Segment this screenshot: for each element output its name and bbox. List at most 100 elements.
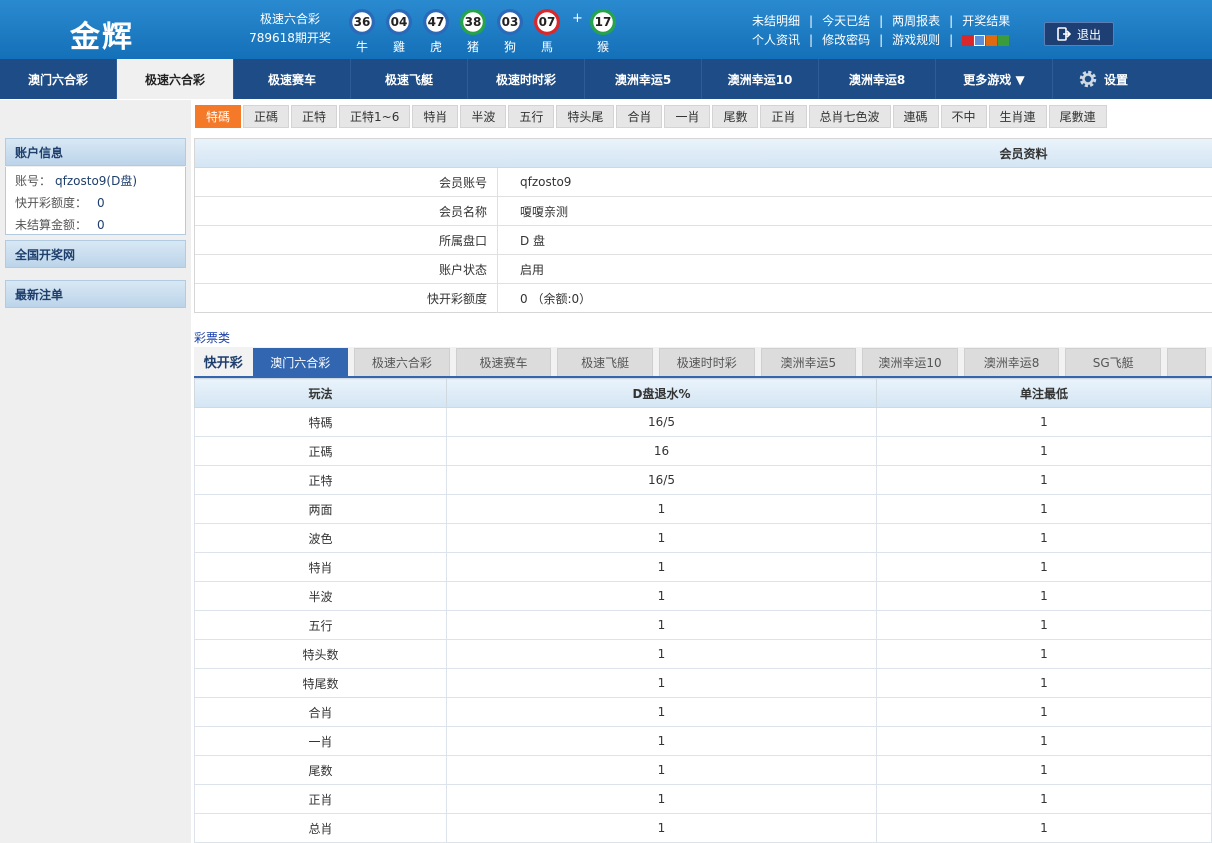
subtab-zong-xiao-qi-se-bo[interactable]: 总肖七色波 [808,105,891,128]
theme-orange-swatch[interactable] [986,35,998,46]
subtab-ban-bo[interactable]: 半波 [460,105,507,128]
rebate-cell: 1 [446,523,877,553]
play-type-cell: 特头数 [194,639,447,669]
subtab-yi-xiao[interactable]: 一肖 [664,105,711,128]
link-today-settled[interactable]: 今天已结 [822,14,870,28]
link-separator: | [949,33,954,47]
nav-settings[interactable]: 设置 [1053,59,1153,99]
rebate-cell: 1 [446,552,877,582]
subtab-sheng-xiao-lian[interactable]: 生肖連 [988,105,1047,128]
play-type-cell: 半波 [194,581,447,611]
subtab-te-tou-wei[interactable]: 特头尾 [556,105,615,128]
rate-tab-sg-boat[interactable]: SG飞艇 [1065,348,1161,376]
nav-speed-racing[interactable]: 极速赛车 [234,59,351,99]
min-bet-cell: 1 [876,668,1212,698]
table-row: 一肖 1 1 [194,726,1212,756]
play-type-cell: 正碼 [194,436,447,466]
subtab-te-ma[interactable]: 特碼 [195,105,242,128]
unsettled-label: 未结算金额： [15,218,88,232]
site-logo: 金辉 [70,20,134,55]
table-row: 总肖 1 1 [194,813,1212,843]
rate-tab-speed-mark-six[interactable]: 极速六合彩 [354,348,450,376]
rate-tab-speed-ssc[interactable]: 极速时时彩 [658,348,755,376]
rebate-cell: 1 [446,813,877,843]
ball-zodiac: 狗 [503,40,516,54]
nav-speed-ssc[interactable]: 极速时时彩 [468,59,585,99]
rebate-cell: 1 [446,494,877,524]
play-type-cell: 特肖 [194,552,447,582]
link-unsettled-details[interactable]: 未结明细 [752,14,800,28]
member-field-label: 所属盘口 [195,226,498,254]
min-bet-cell: 1 [876,465,1212,495]
min-bet-cell: 1 [876,784,1212,814]
result-ball: 47 虎 [421,9,451,55]
play-type-cell: 特碼 [194,407,447,437]
column-header-play-type: 玩法 [194,378,447,408]
subtab-zheng-te-1-6[interactable]: 正特1~6 [339,105,411,128]
member-field-value: D 盘 [520,233,546,248]
ball-number: 47 [423,9,449,35]
link-two-week-report[interactable]: 两周报表 [892,14,940,28]
account-info-header[interactable]: 账户信息 [5,138,186,166]
draw-issue-number: 789618期开奖 [249,31,331,45]
lottery-category-label: 彩票类 [194,331,231,345]
link-draw-results[interactable]: 开奖结果 [962,14,1010,28]
subtab-zheng-ma[interactable]: 正碼 [243,105,290,128]
result-ball: 36 牛 [347,9,377,55]
member-field-value: qfzosto9 [520,175,572,189]
nav-speed-mark-six[interactable]: 极速六合彩 [117,59,234,99]
rebate-cell: 1 [446,581,877,611]
rate-tab-macau-mark-six[interactable]: 澳门六合彩 [252,348,349,376]
subtab-wu-xing[interactable]: 五行 [508,105,555,128]
subtab-zheng-te[interactable]: 正特 [291,105,338,128]
rate-tab-speed-boat[interactable]: 极速飞艇 [557,348,653,376]
theme-red-swatch[interactable] [962,35,974,46]
member-field-value: 启用 [520,262,545,277]
nav-aus-lucky-8[interactable]: 澳洲幸运8 [819,59,936,99]
theme-blue-swatch[interactable] [974,35,986,46]
link-change-password[interactable]: 修改密码 [822,33,870,47]
rate-tab-more[interactable] [1166,348,1207,376]
member-field-label: 账户状态 [195,255,498,283]
member-row: 快开彩额度 0 （余额:0） [195,284,1212,313]
draw-net-header[interactable]: 全国开奖网 [5,240,186,268]
ball-zodiac: 虎 [429,40,442,54]
subtab-te-xiao[interactable]: 特肖 [412,105,459,128]
min-bet-cell: 1 [876,639,1212,669]
rebate-cell: 1 [446,784,877,814]
rate-tab-speed-racing[interactable]: 极速赛车 [455,348,552,376]
bet-type-tabs: 特碼 正碼 正特 正特1~6 特肖 半波 五行 特头尾 合肖 一肖 尾數 正肖 … [195,105,1107,128]
min-bet-cell: 1 [876,726,1212,756]
subtab-lian-ma[interactable]: 連碼 [892,105,939,128]
rebate-cell: 16/5 [446,465,877,495]
rate-tab-aus-lucky-10[interactable]: 澳洲幸运10 [862,348,958,376]
link-profile[interactable]: 个人资讯 [752,33,800,47]
min-bet-cell: 1 [876,436,1212,466]
subtab-bu-zhong[interactable]: 不中 [940,105,987,128]
member-row: 账户状态 启用 [195,255,1212,284]
ball-number: 07 [534,9,560,35]
rebate-cell: 1 [446,610,877,640]
subtab-zheng-xiao[interactable]: 正肖 [760,105,807,128]
subtab-wei-shu[interactable]: 尾數 [712,105,759,128]
table-row: 正特 16/5 1 [194,465,1212,495]
nav-aus-lucky-5[interactable]: 澳洲幸运5 [585,59,702,99]
link-game-rules[interactable]: 游戏规则 [892,33,940,47]
rate-tab-aus-lucky-5[interactable]: 澳洲幸运5 [760,348,857,376]
theme-green-swatch[interactable] [998,35,1010,46]
link-separator: | [879,14,884,28]
ball-zodiac: 馬 [540,40,553,54]
latest-bets-header[interactable]: 最新注单 [5,280,186,308]
account-value: qfzosto9(D盘) [55,174,138,188]
nav-more-games[interactable]: 更多游戏 ▼ [936,59,1053,99]
subtab-wei-shu-lian[interactable]: 尾數連 [1048,105,1107,128]
special-ball-plus: + [572,11,583,26]
nav-macau-mark-six[interactable]: 澳门六合彩 [0,59,117,99]
logout-button[interactable]: 退出 [1044,22,1114,46]
subtab-he-xiao[interactable]: 合肖 [616,105,663,128]
nav-aus-lucky-10[interactable]: 澳洲幸运10 [702,59,819,99]
rebate-rate-table: 玩法 D盘退水% 单注最低 特碼 16/5 1 正碼 16 1 正特 16/5 1 两面 1 1 波色 1… [194,378,1212,843]
nav-speed-boat[interactable]: 极速飞艇 [351,59,468,99]
rate-tab-aus-lucky-8[interactable]: 澳洲幸运8 [963,348,1060,376]
top-header: 金辉 极速六合彩 789618期开奖 36 牛 04 雞 47 虎 38 猪 03 狗 0… [0,0,1212,59]
